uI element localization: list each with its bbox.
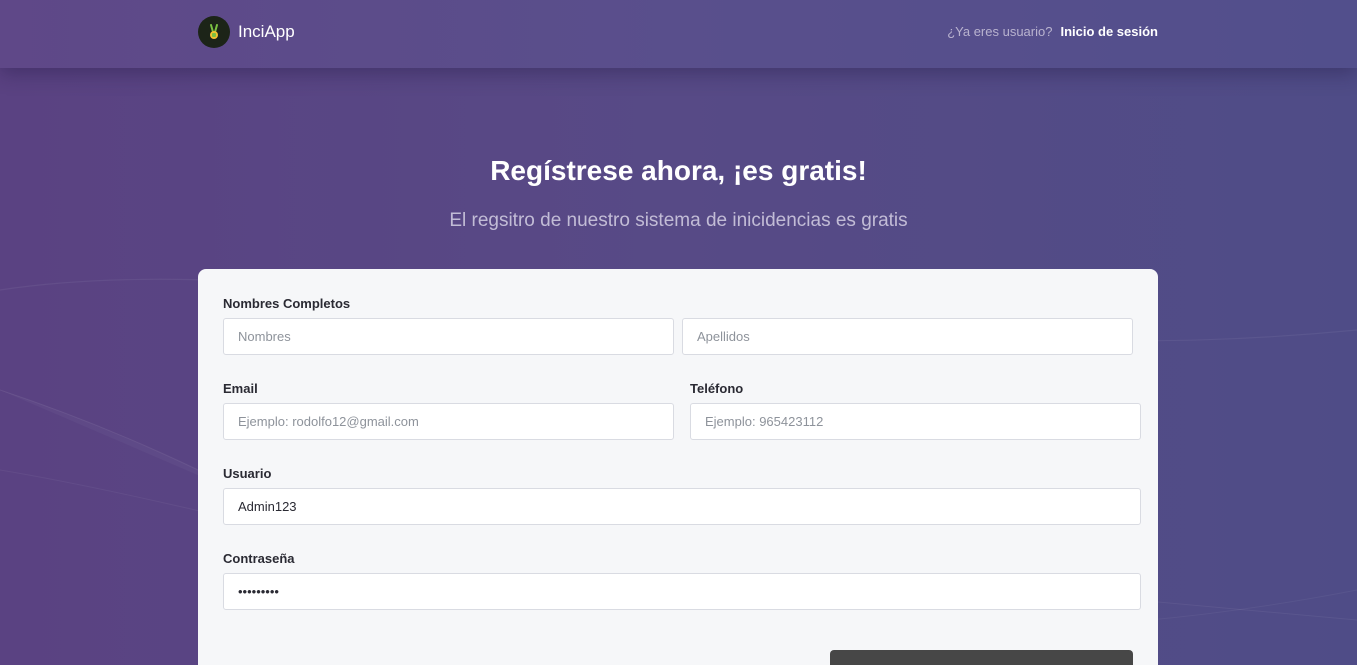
login-nav: ¿Ya eres usuario? Inicio de sesión [947, 24, 1158, 39]
password-label: Contraseña [223, 551, 295, 566]
full-name-label: Nombres Completos [223, 296, 351, 311]
phone-label: Teléfono [690, 381, 744, 396]
last-name-input[interactable] [682, 318, 1133, 355]
register-button[interactable] [830, 650, 1133, 665]
email-input[interactable] [223, 403, 674, 440]
email-label: Email [223, 381, 258, 396]
username-label: Usuario [223, 466, 272, 481]
first-name-input[interactable] [223, 318, 674, 355]
peace-hand-icon [198, 16, 230, 48]
password-input[interactable] [223, 573, 1141, 610]
page-title: Regístrese ahora, ¡es gratis! [490, 155, 867, 186]
username-input[interactable] [223, 488, 1141, 525]
brand-name: InciApp [238, 22, 295, 41]
top-navbar: InciApp ¿Ya eres usuario? Inicio de sesi… [0, 0, 1357, 68]
phone-input[interactable] [690, 403, 1141, 440]
login-link[interactable]: Inicio de sesión [1060, 24, 1158, 39]
registration-form: Nombres Completos Email Teléfono Usuario… [198, 269, 1158, 665]
brand-home-link[interactable]: InciApp [198, 16, 295, 48]
page-subtitle: El regsitro de nuestro sistema de inicid… [449, 210, 908, 231]
login-prompt: ¿Ya eres usuario? [947, 24, 1053, 39]
